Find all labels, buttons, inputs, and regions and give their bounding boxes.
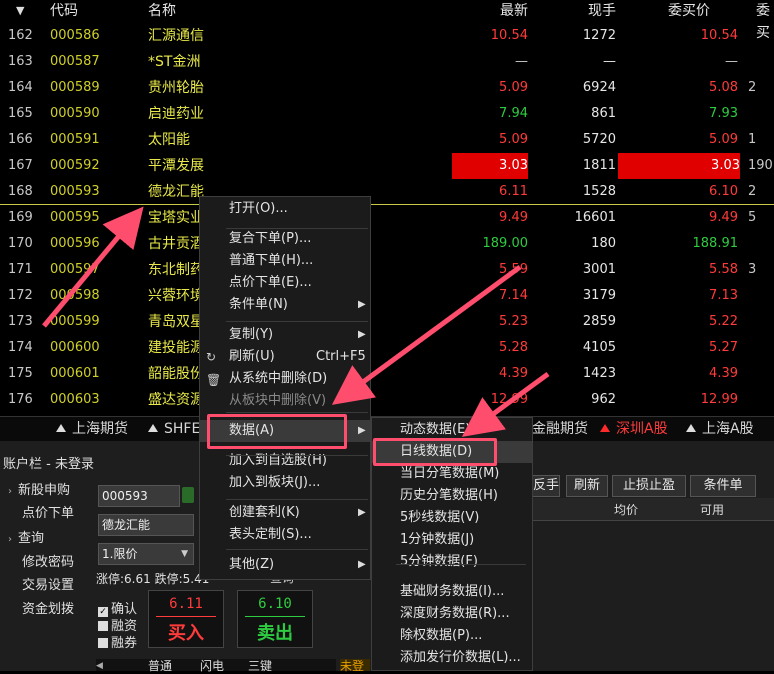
annotation-arrows [42, 206, 550, 437]
arrow-to-data-menu [331, 264, 522, 405]
arrow-to-daily-data [461, 371, 550, 437]
arrow-to-stock-row [42, 206, 144, 328]
